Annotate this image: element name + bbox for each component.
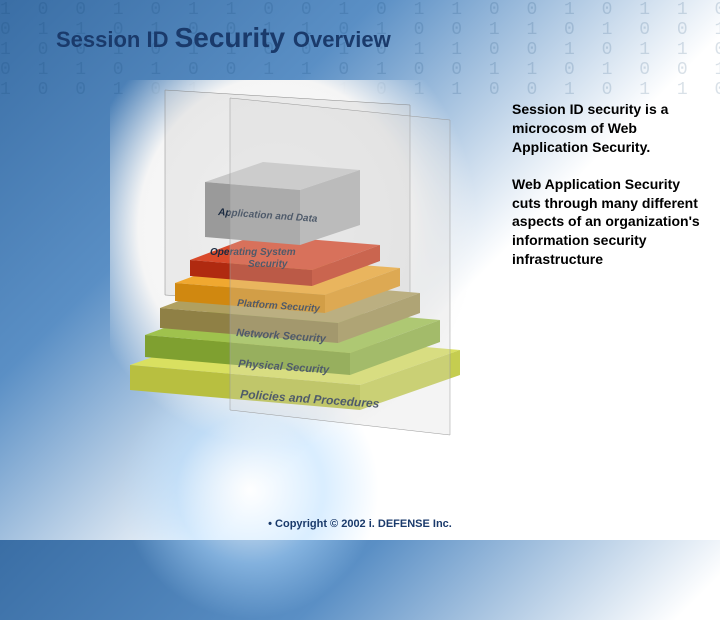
title-part3: Overview <box>293 27 391 52</box>
diagram-glass-front <box>230 98 450 435</box>
body-text: Session ID security is a microcosm of We… <box>512 100 702 287</box>
security-layers-diagram: Policies and Procedures Physical Securit… <box>110 80 480 450</box>
title-part1: Session ID <box>56 27 175 52</box>
footer-copyright: • Copyright © 2002 i. DEFENSE Inc. <box>0 518 720 530</box>
body-paragraph-2: Web Application Security cuts through ma… <box>512 175 702 269</box>
title-part2: Security <box>175 22 293 53</box>
body-paragraph-1: Session ID security is a microcosm of We… <box>512 100 702 157</box>
slide-title: Session ID Security Overview <box>56 18 391 55</box>
